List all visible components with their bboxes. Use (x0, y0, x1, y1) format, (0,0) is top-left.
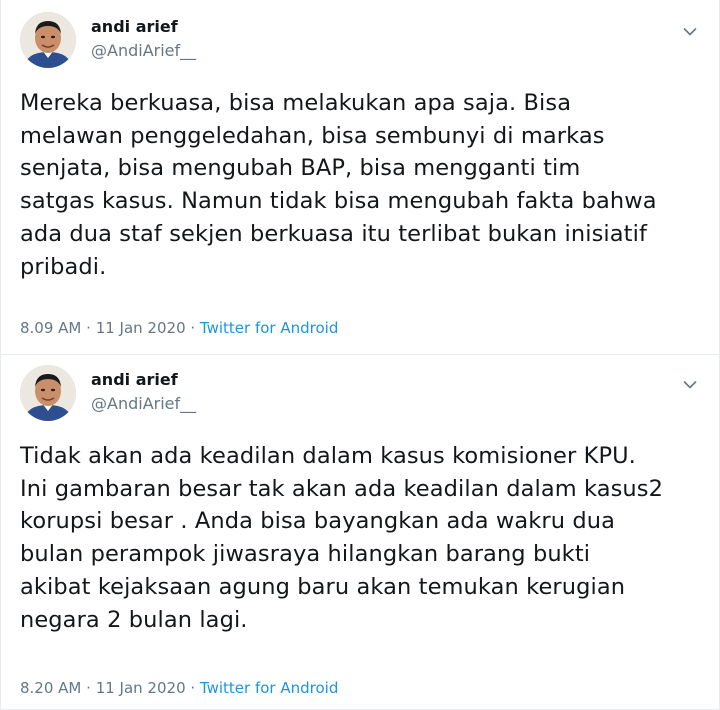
avatar[interactable] (20, 365, 76, 421)
chevron-down-icon[interactable] (683, 22, 697, 36)
tweet-meta: 8.20 AM · 11 Jan 2020 · Twitter for Andr… (20, 678, 338, 698)
tweet-time[interactable]: 8.09 AM (20, 319, 81, 337)
meta-separator: · (81, 319, 96, 337)
tweet-feed: andi arief @AndiArief__ Mereka berkuasa,… (1, 0, 719, 709)
avatar[interactable] (20, 12, 76, 68)
tweet-source-link[interactable]: Twitter for Android (200, 679, 338, 697)
author-name[interactable]: andi arief (91, 370, 178, 390)
avatar-image (20, 12, 76, 68)
tweet-text: Mereka berkuasa, bisa melakukan apa saja… (20, 90, 657, 280)
chevron-down-icon[interactable] (683, 375, 697, 389)
tweet[interactable]: andi arief @AndiArief__ Tidak akan ada k… (1, 355, 719, 709)
tweet-text: Tidak akan ada keadilan dalam kasus komi… (20, 443, 664, 633)
meta-separator: · (185, 319, 200, 337)
tweet-time[interactable]: 8.20 AM (20, 679, 81, 697)
meta-separator: · (81, 679, 96, 697)
tweet-date[interactable]: 11 Jan 2020 (96, 319, 186, 337)
meta-separator: · (185, 679, 200, 697)
author-handle[interactable]: @AndiArief__ (91, 41, 196, 61)
tweet[interactable]: andi arief @AndiArief__ Mereka berkuasa,… (1, 0, 719, 355)
tweet-date[interactable]: 11 Jan 2020 (96, 679, 186, 697)
author-name[interactable]: andi arief (91, 17, 178, 37)
tweet-source-link[interactable]: Twitter for Android (200, 319, 338, 337)
author-handle[interactable]: @AndiArief__ (91, 394, 196, 414)
tweet-meta: 8.09 AM · 11 Jan 2020 · Twitter for Andr… (20, 318, 338, 338)
avatar-image (20, 365, 76, 421)
